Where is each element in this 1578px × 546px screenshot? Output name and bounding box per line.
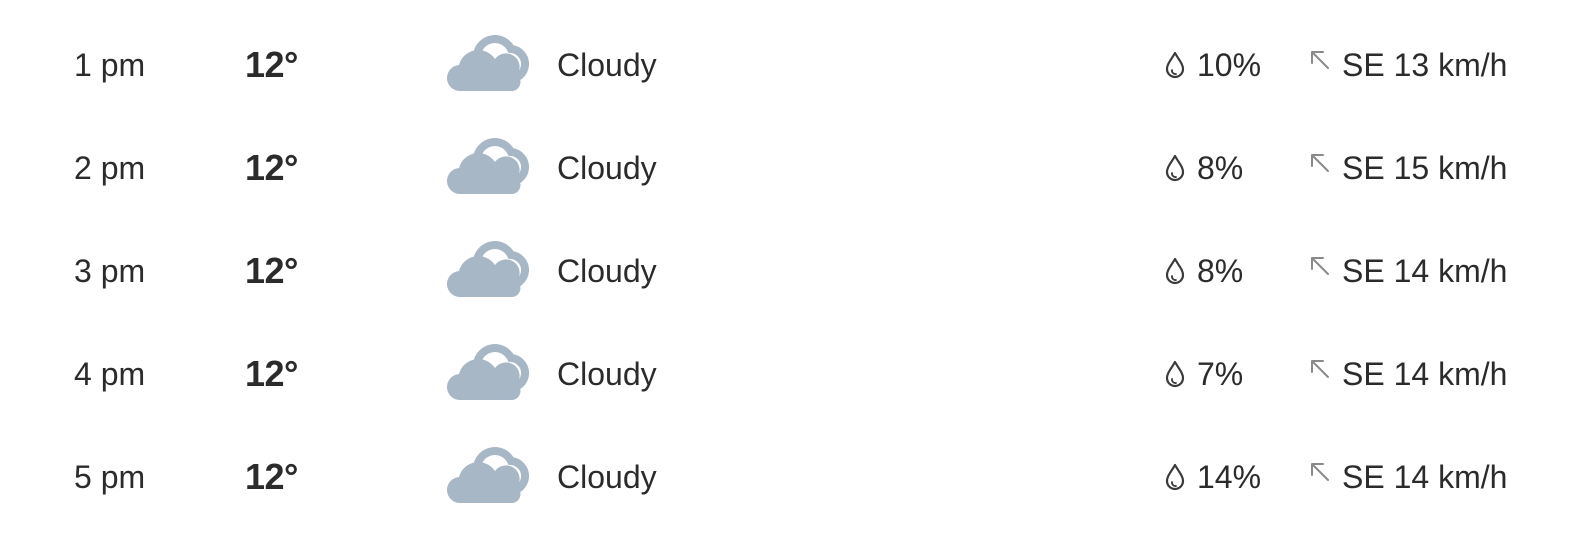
precipitation-value: 8% (1197, 149, 1244, 186)
precipitation-value: 8% (1197, 252, 1244, 289)
forecast-wind: SE 13 km/h (1308, 13, 1507, 117)
partly-cloudy-icon (447, 425, 529, 529)
forecast-wind: SE 14 km/h (1308, 425, 1507, 529)
forecast-row: 1 pm 12° Cloudy 10% SE 13 km/h (0, 13, 1578, 117)
wind-direction-arrow-icon (1308, 357, 1332, 381)
forecast-precipitation: 8% (1163, 116, 1243, 220)
wind-value: SE 15 km/h (1342, 149, 1508, 186)
forecast-condition: Cloudy (557, 458, 657, 495)
forecast-condition: Cloudy (557, 355, 657, 392)
forecast-condition: Cloudy (557, 252, 657, 289)
wind-direction-arrow-icon (1308, 254, 1332, 278)
precipitation-value: 14% (1197, 458, 1262, 495)
wind-value: SE 14 km/h (1342, 355, 1508, 392)
raindrop-icon (1163, 50, 1187, 80)
wind-value: SE 13 km/h (1342, 46, 1508, 83)
partly-cloudy-icon (447, 322, 529, 426)
forecast-time: 4 pm (74, 355, 146, 392)
partly-cloudy-icon (447, 219, 529, 323)
forecast-time: 3 pm (74, 252, 146, 289)
forecast-time: 1 pm (74, 46, 146, 83)
forecast-row: 4 pm 12° Cloudy 7% SE 14 km/h (0, 322, 1578, 426)
forecast-row: 5 pm 12° Cloudy 14% SE 14 km/h (0, 425, 1578, 529)
raindrop-icon (1163, 462, 1187, 492)
forecast-temperature: 12° (245, 250, 298, 291)
precipitation-value: 10% (1197, 46, 1262, 83)
forecast-condition: Cloudy (557, 46, 657, 83)
partly-cloudy-icon (447, 116, 529, 220)
raindrop-icon (1163, 359, 1187, 389)
forecast-condition: Cloudy (557, 149, 657, 186)
wind-direction-arrow-icon (1308, 151, 1332, 175)
forecast-precipitation: 7% (1163, 322, 1243, 426)
forecast-temperature: 12° (245, 147, 298, 188)
forecast-precipitation: 10% (1163, 13, 1261, 117)
forecast-temperature: 12° (245, 456, 298, 497)
raindrop-icon (1163, 256, 1187, 286)
forecast-wind: SE 14 km/h (1308, 322, 1507, 426)
wind-direction-arrow-icon (1308, 48, 1332, 72)
wind-value: SE 14 km/h (1342, 458, 1508, 495)
forecast-time: 2 pm (74, 149, 146, 186)
forecast-precipitation: 14% (1163, 425, 1261, 529)
raindrop-icon (1163, 153, 1187, 183)
forecast-row: 3 pm 12° Cloudy 8% SE 14 km/h (0, 219, 1578, 323)
wind-value: SE 14 km/h (1342, 252, 1508, 289)
forecast-row: 2 pm 12° Cloudy 8% SE 15 km/h (0, 116, 1578, 220)
wind-direction-arrow-icon (1308, 460, 1332, 484)
forecast-temperature: 12° (245, 44, 298, 85)
hourly-forecast-list: 1 pm 12° Cloudy 10% SE 13 km/h 2 pm 12° (0, 0, 1578, 546)
precipitation-value: 7% (1197, 355, 1244, 392)
forecast-wind: SE 14 km/h (1308, 219, 1507, 323)
partly-cloudy-icon (447, 13, 529, 117)
forecast-precipitation: 8% (1163, 219, 1243, 323)
forecast-wind: SE 15 km/h (1308, 116, 1507, 220)
forecast-time: 5 pm (74, 458, 146, 495)
forecast-temperature: 12° (245, 353, 298, 394)
